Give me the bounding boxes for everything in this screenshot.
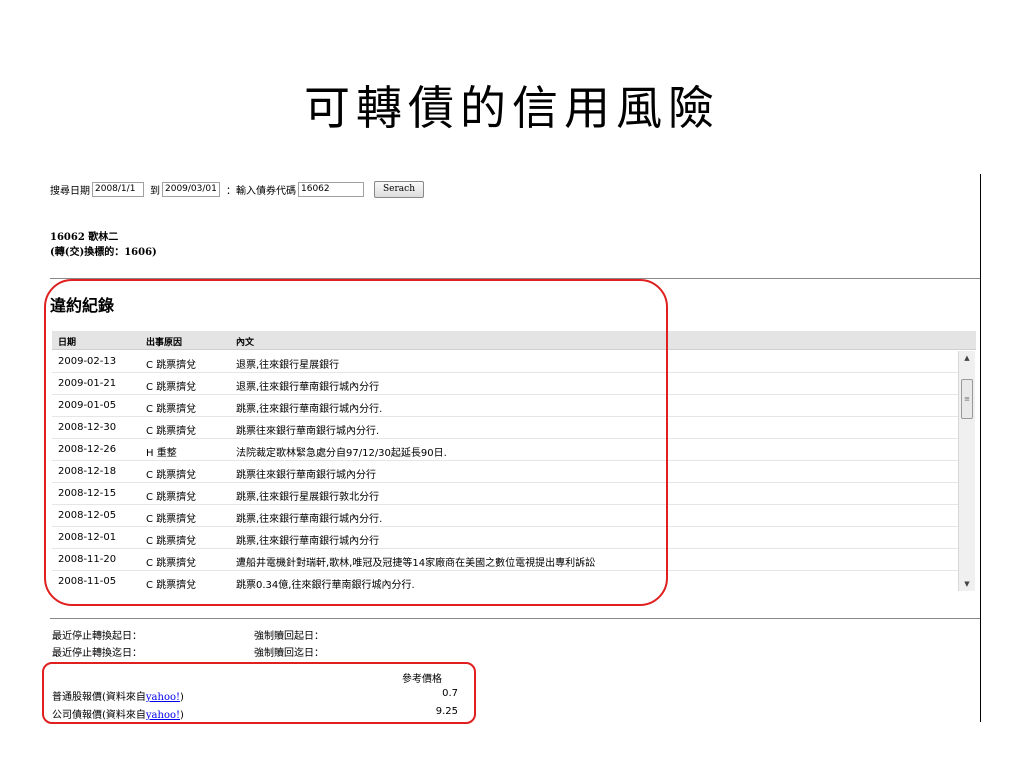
table-header: 日期 出事原因 內文 <box>52 331 976 350</box>
forced-redemption-dates: 強制贖回起日： 強制贖回迄日： <box>254 628 324 662</box>
row-reason: C 跳票擠兌 <box>146 536 197 547</box>
row-content: 跳票0.34億,往來銀行華南銀行城內分行. <box>236 580 415 591</box>
table-row: 2008-12-26 H 重整 法院裁定歌林緊急處分自97/12/30起延長90日. <box>52 439 958 461</box>
row-reason: C 跳票擠兌 <box>146 580 197 591</box>
table-row: 2008-12-05 C 跳票擠兌 跳票,往來銀行華南銀行城內分行. <box>52 505 958 527</box>
row-reason: C 跳票擠兌 <box>146 382 197 393</box>
row-content: 遭船井電機針對瑞軒,歌林,唯冠及冠捷等14家廠商在美國之數位電視提出專利訴訟 <box>236 558 596 569</box>
row-content: 跳票往來銀行華南銀行城內分行. <box>236 426 380 437</box>
table-row: 2008-12-15 C 跳票擠兌 跳票,往來銀行星展銀行敦北分行 <box>52 483 958 505</box>
row-date: 2008-12-26 <box>58 444 117 455</box>
scroll-down-arrow-icon[interactable]: ▼ <box>959 577 975 591</box>
stock-quote-suffix: ) <box>180 692 184 703</box>
bond-quote-suffix: ) <box>180 710 184 721</box>
stop-conversion-start-label: 最近停止轉換起日： <box>52 631 142 642</box>
bond-name: 16062 歌林二 <box>50 232 119 243</box>
bond-code-label: ：輸入債券代碼 <box>226 185 296 197</box>
slide-title: 可轉債的信用風險 <box>304 81 720 135</box>
bond-info: 16062 歌林二 (轉(交)換標的：1606) <box>50 230 157 260</box>
conversion-stop-dates: 最近停止轉換起日： 最近停止轉換迄日： <box>52 628 142 662</box>
table-row: 2008-11-20 C 跳票擠兌 遭船井電機針對瑞軒,歌林,唯冠及冠捷等14家廠商… <box>52 549 958 571</box>
stock-quote-text: 普通股報價(資料來自 <box>52 692 146 703</box>
stop-conversion-end-label: 最近停止轉換迄日： <box>52 648 142 659</box>
table-row: 2008-12-18 C 跳票擠兌 跳票往來銀行華南銀行城內分行 <box>52 461 958 483</box>
bond-quote-row: 公司債報價(資料來自yahoo!) 9.25 <box>52 706 458 721</box>
row-date: 2008-12-01 <box>58 532 117 543</box>
reference-price-header: 參考價格 <box>402 674 442 685</box>
bond-yahoo-link[interactable]: yahoo! <box>146 710 180 721</box>
row-content: 退票,往來銀行華南銀行城內分行 <box>236 382 380 393</box>
table-row: 2008-11-05 C 跳票擠兌 跳票0.34億,往來銀行華南銀行城內分行. <box>52 571 958 591</box>
table-row: 2008-12-30 C 跳票擠兌 跳票往來銀行華南銀行城內分行. <box>52 417 958 439</box>
bond-underlying: (轉(交)換標的：1606) <box>50 247 157 258</box>
start-date-input[interactable] <box>92 181 144 197</box>
column-header-content[interactable]: 內文 <box>236 335 254 348</box>
forced-redemption-end-label: 強制贖回迄日： <box>254 648 324 659</box>
row-date: 2008-12-30 <box>58 422 117 433</box>
bond-quote-text: 公司債報價(資料來自 <box>52 710 146 721</box>
bond-quote-label: 公司債報價(資料來自yahoo!) <box>52 710 184 721</box>
stock-quote-label: 普通股報價(資料來自yahoo!) <box>52 692 184 703</box>
end-date-input[interactable] <box>162 181 220 197</box>
table-row: 2009-02-13 C 跳票擠兌 退票,往來銀行星展銀行 <box>52 351 958 373</box>
default-records-title: 違約紀錄 <box>50 296 115 315</box>
bond-code-input[interactable] <box>298 181 364 197</box>
row-content: 跳票往來銀行華南銀行城內分行 <box>236 470 376 481</box>
row-content: 退票,往來銀行星展銀行 <box>236 360 340 371</box>
bond-quote-value: 9.25 <box>435 706 458 717</box>
scrollbar-thumb[interactable]: ≡ <box>961 379 973 419</box>
row-date: 2008-12-18 <box>58 466 117 477</box>
row-content: 跳票,往來銀行星展銀行敦北分行 <box>236 492 380 503</box>
column-header-date[interactable]: 日期 <box>58 335 76 348</box>
row-reason: C 跳票擠兌 <box>146 404 197 415</box>
row-reason: C 跳票擠兌 <box>146 426 197 437</box>
stock-quote-row: 普通股報價(資料來自yahoo!) 0.7 <box>52 688 458 703</box>
table-row: 2009-01-21 C 跳票擠兌 退票,往來銀行華南銀行城內分行 <box>52 373 958 395</box>
row-date: 2008-11-20 <box>58 554 117 565</box>
row-date: 2009-02-13 <box>58 356 117 367</box>
to-label: 到 <box>150 185 160 197</box>
row-content: 法院裁定歌林緊急處分自97/12/30起延長90日. <box>236 448 447 459</box>
screenshot-panel: 搜尋日期 到 ：輸入債券代碼 Serach 16062 歌林二 (轉(交)換標的… <box>50 174 981 722</box>
stock-yahoo-link[interactable]: yahoo! <box>146 692 180 703</box>
column-header-reason[interactable]: 出事原因 <box>146 335 182 348</box>
row-date: 2009-01-05 <box>58 400 117 411</box>
row-reason: C 跳票擠兌 <box>146 514 197 525</box>
row-reason: C 跳票擠兌 <box>146 492 197 503</box>
row-date: 2009-01-21 <box>58 378 117 389</box>
date-range-label: 搜尋日期 <box>50 185 90 197</box>
records-list[interactable]: 2009-02-13 C 跳票擠兌 退票,往來銀行星展銀行 2009-01-21 C … <box>52 351 958 591</box>
stock-quote-value: 0.7 <box>442 688 458 699</box>
scroll-up-arrow-icon[interactable]: ▲ <box>959 351 975 365</box>
divider <box>50 278 980 279</box>
table-row: 2009-01-05 C 跳票擠兌 跳票,往來銀行華南銀行城內分行. <box>52 395 958 417</box>
search-bar: 搜尋日期 到 ：輸入債券代碼 Serach <box>50 180 424 198</box>
row-reason: C 跳票擠兌 <box>146 470 197 481</box>
row-date: 2008-11-05 <box>58 576 117 587</box>
row-content: 跳票,往來銀行華南銀行城內分行. <box>236 404 383 415</box>
search-button[interactable]: Serach <box>374 180 424 198</box>
row-reason: C 跳票擠兌 <box>146 558 197 569</box>
row-content: 跳票,往來銀行華南銀行城內分行 <box>236 536 380 547</box>
row-reason: H 重整 <box>146 448 177 459</box>
row-content: 跳票,往來銀行華南銀行城內分行. <box>236 514 383 525</box>
forced-redemption-start-label: 強制贖回起日： <box>254 631 324 642</box>
row-date: 2008-12-15 <box>58 488 117 499</box>
divider <box>50 618 980 619</box>
row-reason: C 跳票擠兌 <box>146 360 197 371</box>
records-scrollbar[interactable]: ▲ ≡ ▼ <box>958 351 975 591</box>
row-date: 2008-12-05 <box>58 510 117 521</box>
table-row: 2008-12-01 C 跳票擠兌 跳票,往來銀行華南銀行城內分行 <box>52 527 958 549</box>
